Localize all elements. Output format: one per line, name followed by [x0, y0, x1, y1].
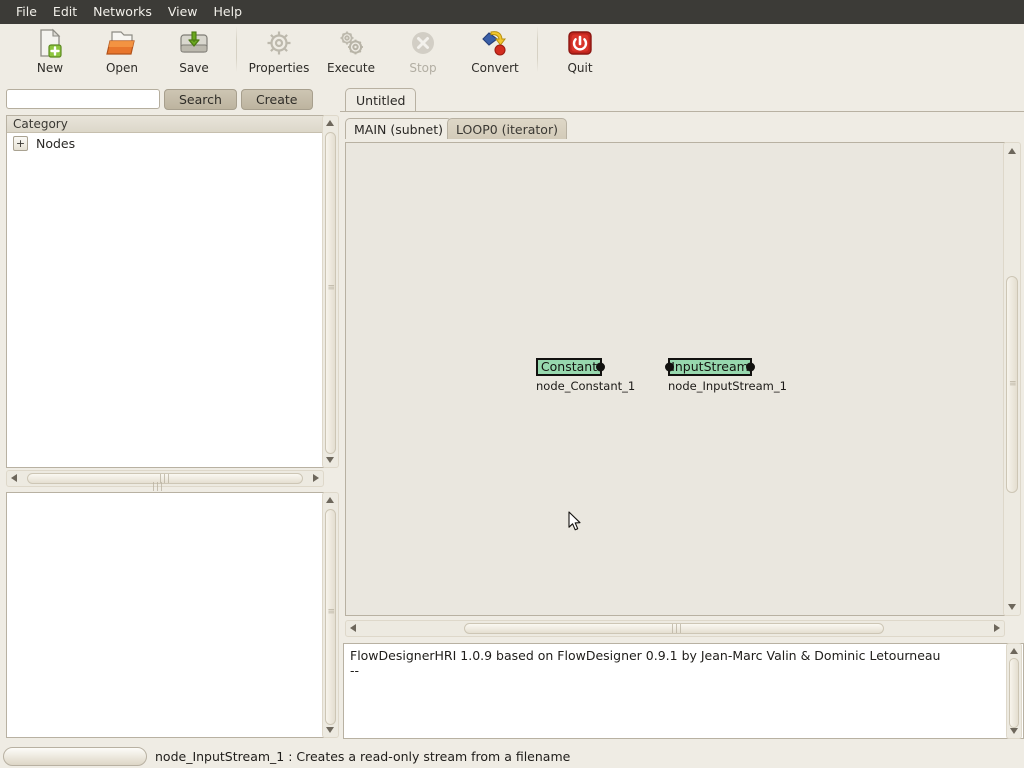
- tab-loop0-iterator[interactable]: LOOP0 (iterator): [447, 118, 567, 139]
- toolbar-label-properties: Properties: [248, 61, 310, 75]
- scroll-up-arrow-icon[interactable]: [326, 120, 334, 126]
- node-inputstream-input-port[interactable]: [665, 362, 674, 372]
- subnet-tab-row: MAIN (subnet) LOOP0 (iterator): [345, 118, 1019, 139]
- description-scroll-thumb[interactable]: [325, 509, 336, 725]
- toolbar: New Open Save Properties Execute Stop Co…: [0, 24, 1024, 84]
- toolbar-button-stop[interactable]: Stop: [387, 24, 459, 82]
- toolbar-button-quit[interactable]: Quit: [544, 24, 616, 82]
- menu-bar: File Edit Networks View Help: [0, 0, 1024, 24]
- category-column-header: Category: [7, 116, 323, 133]
- canvas-vscroll-grip: ≡: [1009, 379, 1018, 389]
- node-inputstream-output-port[interactable]: [746, 362, 755, 372]
- toolbar-button-properties[interactable]: Properties: [243, 24, 315, 82]
- application-window: File Edit Networks View Help New Open Sa…: [0, 0, 1024, 768]
- document-tab-row: Untitled: [340, 86, 1024, 112]
- node-constant-box[interactable]: Constant: [536, 358, 605, 376]
- expander-plus-icon[interactable]: +: [13, 135, 28, 151]
- category-tree-panel: Category + Nodes: [6, 115, 324, 468]
- toolbar-label-open: Open: [105, 61, 139, 75]
- save-disk-icon: [180, 31, 208, 53]
- toolbar-label-quit: Quit: [567, 61, 593, 75]
- toolbar-button-convert[interactable]: Convert: [459, 24, 531, 82]
- progress-bar: [3, 747, 147, 766]
- toolbar-label-stop: Stop: [409, 61, 437, 75]
- create-button[interactable]: Create: [240, 88, 313, 110]
- log-scroll-down-arrow-icon[interactable]: [1009, 728, 1018, 734]
- toolbar-separator-2: [537, 26, 538, 72]
- menu-item-help[interactable]: Help: [206, 2, 251, 22]
- node-constant[interactable]: Constant node_Constant_1: [536, 358, 635, 393]
- log-vertical-scrollbar[interactable]: [1006, 643, 1022, 739]
- tree-item-label: Nodes: [36, 135, 76, 151]
- panel-splitter-handle[interactable]: |||: [152, 483, 164, 492]
- desc-scroll-up-arrow-icon[interactable]: [326, 497, 334, 503]
- tree-vertical-scrollbar[interactable]: ≡: [322, 115, 339, 468]
- node-constant-label: node_Constant_1: [536, 379, 636, 393]
- node-constant-output-port[interactable]: [596, 362, 605, 372]
- toolbar-button-execute[interactable]: Execute: [315, 24, 387, 82]
- canvas-scroll-right-arrow-icon[interactable]: [994, 624, 1000, 632]
- convert-arrow-icon: [482, 31, 506, 56]
- menu-item-networks[interactable]: Networks: [85, 2, 160, 22]
- node-description-panel: [6, 492, 324, 738]
- toolbar-button-new[interactable]: New: [14, 24, 86, 82]
- node-inputstream-label: node_InputStream_1: [668, 379, 787, 393]
- tree-scroll-grip: ≡: [327, 283, 337, 293]
- network-canvas[interactable]: Constant node_Constant_1 InputStream nod…: [345, 142, 1005, 616]
- log-line: --: [350, 663, 360, 678]
- scroll-down-arrow-icon[interactable]: [326, 457, 334, 463]
- toolbar-label-convert: Convert: [471, 61, 519, 75]
- tab-untitled[interactable]: Untitled: [345, 88, 417, 112]
- node-inputstream-box[interactable]: InputStream: [665, 358, 755, 376]
- menu-item-file[interactable]: File: [8, 2, 45, 22]
- log-line: FlowDesignerHRI 1.0.9 based on FlowDesig…: [350, 648, 941, 663]
- desc-scroll-down-arrow-icon[interactable]: [326, 727, 334, 733]
- gears-icon: [340, 31, 363, 55]
- description-scroll-grip: ≡: [327, 607, 337, 617]
- tab-main-subnet[interactable]: MAIN (subnet): [345, 118, 452, 139]
- open-folder-icon: [106, 31, 135, 55]
- new-document-icon: [40, 28, 62, 58]
- toolbar-separator-1: [236, 26, 237, 72]
- canvas-scroll-left-arrow-icon[interactable]: [350, 624, 356, 632]
- description-vertical-scrollbar[interactable]: ≡: [322, 492, 339, 738]
- canvas-hscroll-grip: |||: [671, 624, 684, 634]
- toolbar-button-save[interactable]: Save: [158, 24, 230, 82]
- toolbar-label-new: New: [36, 61, 64, 75]
- status-message: node_InputStream_1 : Creates a read-only…: [155, 749, 571, 764]
- node-inputstream-title: InputStream: [671, 359, 749, 374]
- node-inputstream[interactable]: InputStream node_InputStream_1: [665, 358, 787, 393]
- search-button[interactable]: Search: [164, 88, 237, 110]
- scroll-left-arrow-icon[interactable]: [11, 474, 17, 482]
- canvas-vertical-scrollbar[interactable]: ≡: [1003, 142, 1021, 616]
- tree-scroll-thumb[interactable]: [325, 132, 336, 454]
- canvas-horizontal-scrollbar[interactable]: |||: [345, 620, 1005, 637]
- tree-item-nodes[interactable]: + Nodes: [7, 133, 323, 153]
- stop-circle-icon: [412, 32, 434, 54]
- canvas-scroll-down-arrow-icon[interactable]: [1007, 604, 1016, 610]
- gear-icon: [267, 31, 291, 55]
- canvas-scroll-up-arrow-icon[interactable]: [1007, 148, 1016, 154]
- menu-item-view[interactable]: View: [160, 2, 206, 22]
- toolbar-label-save: Save: [179, 61, 209, 75]
- log-scroll-thumb[interactable]: [1009, 658, 1019, 728]
- toolbar-button-open[interactable]: Open: [86, 24, 158, 82]
- search-row: Search Create: [0, 86, 338, 112]
- log-output-panel[interactable]: FlowDesignerHRI 1.0.9 based on FlowDesig…: [343, 643, 1024, 739]
- power-icon: [568, 31, 592, 55]
- search-input[interactable]: [6, 89, 160, 109]
- mouse-cursor: [568, 511, 581, 531]
- toolbar-label-execute: Execute: [327, 61, 375, 75]
- status-bar: node_InputStream_1 : Creates a read-only…: [0, 745, 1024, 768]
- tree-horizontal-scrollbar[interactable]: |||: [6, 470, 324, 487]
- menu-item-edit[interactable]: Edit: [45, 2, 85, 22]
- log-scroll-up-arrow-icon[interactable]: [1009, 648, 1018, 654]
- node-constant-title: Constant: [540, 359, 598, 374]
- scroll-right-arrow-icon[interactable]: [313, 474, 319, 482]
